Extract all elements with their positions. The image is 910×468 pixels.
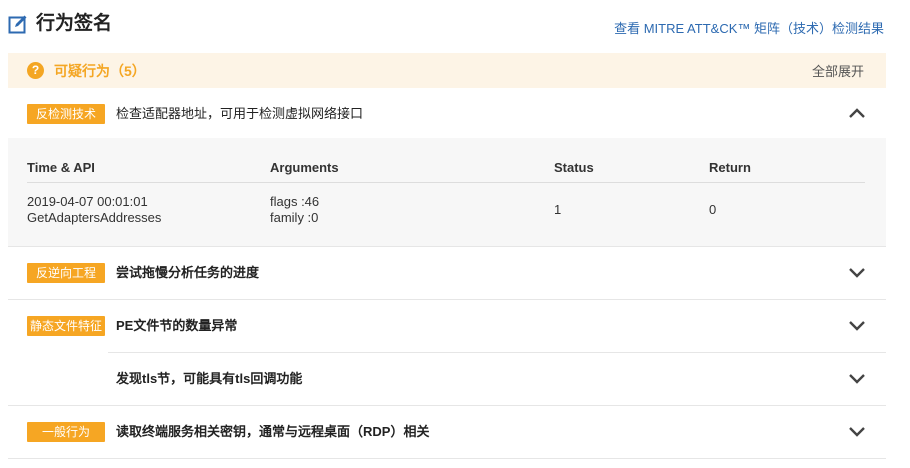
- category-tag: 一般行为: [27, 422, 105, 442]
- behavior-detail-panel: Time & API Arguments Status Return 2019-…: [8, 138, 886, 246]
- category-tag: 反检测技术: [27, 104, 105, 124]
- cell-api: GetAdaptersAddresses: [27, 210, 162, 225]
- behavior-description: PE文件节的数量异常: [116, 318, 238, 333]
- behavior-description: 发现tls节，可能具有tls回调功能: [116, 371, 303, 386]
- behavior-row-static-file[interactable]: 静态文件特征 PE文件节的数量异常: [8, 300, 886, 352]
- behavior-row-anti-detection[interactable]: 反检测技术 检查适配器地址，可用于检测虚拟网络接口: [8, 88, 886, 138]
- column-header-arguments: Arguments: [270, 160, 339, 175]
- page-title: 行为签名: [36, 13, 113, 34]
- question-icon: ?: [27, 62, 44, 79]
- cell-status: 1: [554, 202, 562, 217]
- mitre-matrix-link[interactable]: 查看 MITRE ATT&CK™ 矩阵（技术）检测结果: [614, 20, 884, 38]
- chevron-down-icon[interactable]: [848, 267, 866, 279]
- section-header: 行为签名 查看 MITRE ATT&CK™ 矩阵（技术）检测结果: [8, 10, 888, 40]
- category-tag: 静态文件特征: [27, 316, 105, 336]
- chevron-up-icon[interactable]: [848, 107, 866, 119]
- chevron-down-icon[interactable]: [848, 373, 866, 385]
- suspicious-behavior-bar: ? 可疑行为（5） 全部展开: [8, 53, 886, 88]
- row-divider: [8, 458, 886, 459]
- cell-time: 2019-04-07 00:01:01: [27, 194, 148, 209]
- behavior-row-general[interactable]: 一般行为 读取终端服务相关密钥，通常与远程桌面（RDP）相关: [8, 406, 886, 458]
- table-header-divider: [27, 182, 865, 183]
- chevron-down-icon[interactable]: [848, 426, 866, 438]
- chevron-down-icon[interactable]: [848, 320, 866, 332]
- column-header-return: Return: [709, 160, 751, 175]
- edit-icon: [8, 15, 27, 34]
- cell-argument-family: family :0: [270, 210, 319, 225]
- expand-all-button[interactable]: 全部展开: [812, 63, 864, 81]
- column-header-status: Status: [554, 160, 594, 175]
- column-header-time-api: Time & API: [27, 160, 95, 175]
- behavior-description: 读取终端服务相关密钥，通常与远程桌面（RDP）相关: [116, 424, 430, 439]
- suspicious-behavior-label: 可疑行为（5）: [54, 63, 146, 79]
- behavior-row-anti-reverse[interactable]: 反逆向工程 尝试拖慢分析任务的进度: [8, 247, 886, 299]
- cell-return: 0: [709, 202, 717, 217]
- behavior-row-tls-section[interactable]: 发现tls节，可能具有tls回调功能: [8, 353, 886, 405]
- category-tag: 反逆向工程: [27, 263, 105, 283]
- cell-argument-flags: flags :46: [270, 194, 320, 209]
- behavior-description: 检查适配器地址，可用于检测虚拟网络接口: [116, 106, 364, 121]
- behavior-description: 尝试拖慢分析任务的进度: [116, 265, 260, 280]
